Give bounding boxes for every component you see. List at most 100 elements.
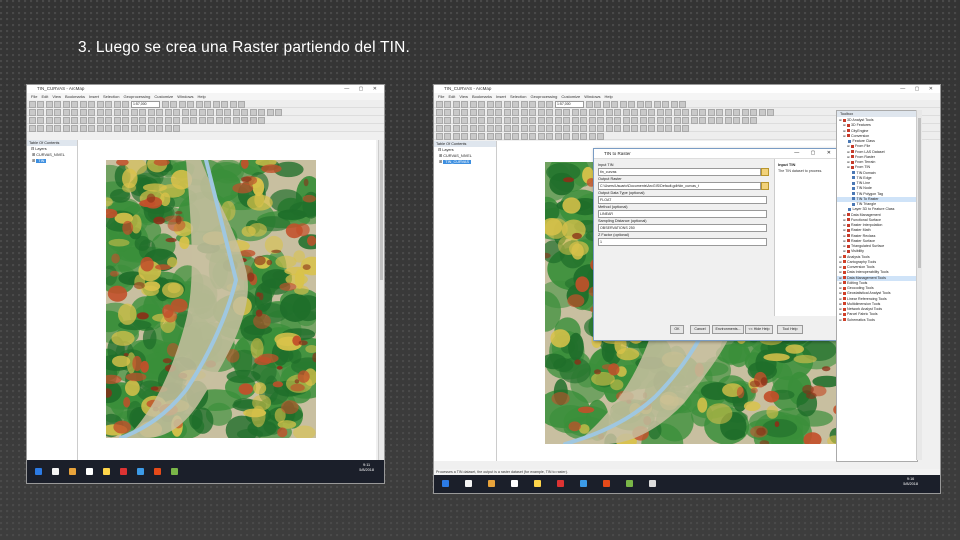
toolbar-button[interactable]: [105, 117, 112, 124]
toolbar-button[interactable]: [198, 109, 206, 116]
toolbar-button[interactable]: [563, 109, 570, 116]
toolbar-button[interactable]: [444, 133, 451, 140]
toolbar-button[interactable]: [469, 109, 477, 116]
toolbar-button[interactable]: [461, 101, 468, 108]
toolbar-button[interactable]: [622, 117, 630, 124]
dialog-field-input[interactable]: 1: [598, 238, 767, 246]
expand-icon[interactable]: ⊞: [843, 213, 846, 217]
toolbar-button[interactable]: [45, 101, 53, 108]
toolbar-button[interactable]: [656, 125, 664, 132]
toolbar-button[interactable]: [469, 133, 477, 140]
toolbar-button[interactable]: [537, 125, 545, 132]
toolbar-button[interactable]: [113, 125, 121, 132]
taskbar-app-icon[interactable]: [120, 468, 127, 475]
toolbar-button[interactable]: [639, 125, 647, 132]
toolbar-button[interactable]: [571, 117, 579, 124]
toolbar-button[interactable]: [444, 101, 451, 108]
toolbar-button[interactable]: [670, 101, 678, 108]
toolbar-button[interactable]: [585, 101, 593, 108]
toolbar-button[interactable]: [204, 101, 211, 108]
toolbar-button[interactable]: [503, 117, 511, 124]
taskbar-app-icon[interactable]: [626, 480, 633, 487]
toolbar-button[interactable]: [207, 117, 214, 124]
toolbar-button[interactable]: [444, 125, 451, 132]
toolbar-button[interactable]: [512, 125, 519, 132]
toolbar-button[interactable]: [173, 117, 180, 124]
toolbar-button[interactable]: [733, 109, 740, 116]
toolbar-button[interactable]: [88, 117, 95, 124]
toolbar-button[interactable]: [54, 117, 61, 124]
toolbar-button[interactable]: [665, 109, 672, 116]
toolbar-button[interactable]: [588, 109, 596, 116]
toolbar-button[interactable]: [750, 117, 757, 124]
toolbar-button[interactable]: [113, 101, 121, 108]
toolbar-button[interactable]: [96, 101, 104, 108]
expand-icon[interactable]: ⊞: [843, 123, 846, 127]
toolbar-button[interactable]: [628, 101, 635, 108]
toolbar-button[interactable]: [741, 109, 749, 116]
toolbar-button[interactable]: [28, 109, 36, 116]
toolbar-button[interactable]: [71, 117, 78, 124]
taskbar-app-icon[interactable]: [465, 480, 472, 487]
toolbar-button[interactable]: [741, 117, 749, 124]
toolbar-button[interactable]: [45, 117, 53, 124]
toolbar-button[interactable]: [648, 109, 655, 116]
toolbar-button[interactable]: [546, 125, 553, 132]
toolbar-button[interactable]: [461, 109, 468, 116]
toolbar-button[interactable]: [435, 101, 443, 108]
taskbar-app-icon[interactable]: [649, 480, 656, 487]
toolbar-button[interactable]: [88, 125, 95, 132]
toolbar-button[interactable]: [249, 109, 257, 116]
toolbar-button[interactable]: [37, 101, 44, 108]
toolbar-button[interactable]: [238, 101, 245, 108]
toolbar-button[interactable]: [554, 125, 562, 132]
toolbar-button[interactable]: [173, 125, 180, 132]
toolbar-button[interactable]: [707, 117, 715, 124]
toolbar-button[interactable]: [673, 117, 681, 124]
menu-selection[interactable]: Selection: [510, 94, 526, 99]
menu-help[interactable]: Help: [198, 94, 206, 99]
toolbar-button[interactable]: [665, 117, 672, 124]
toolbar-button[interactable]: [232, 117, 240, 124]
toolbar-button[interactable]: [88, 101, 95, 108]
toolbar-button[interactable]: [495, 101, 502, 108]
toolbar-button[interactable]: [139, 125, 146, 132]
toolbar-button[interactable]: [588, 125, 596, 132]
browse-folder-icon[interactable]: [761, 168, 769, 176]
taskbar-app-icon[interactable]: [511, 480, 518, 487]
toolbar-button[interactable]: [452, 133, 460, 140]
expand-icon[interactable]: ⊞: [839, 260, 842, 264]
expand-icon[interactable]: ⊞: [843, 134, 846, 138]
toolbar-button[interactable]: [758, 109, 766, 116]
toolbar-button[interactable]: [62, 101, 70, 108]
dialog-button-hide-help[interactable]: << Hide Help: [745, 325, 773, 334]
toolbar-button[interactable]: [597, 133, 604, 140]
expand-icon[interactable]: ⊞: [839, 312, 842, 316]
taskbar-app-icon[interactable]: [154, 468, 161, 475]
toolbar-button[interactable]: [605, 117, 613, 124]
toolbar-button[interactable]: [190, 109, 197, 116]
toolbar-button[interactable]: [28, 101, 36, 108]
taskbar-app-icon[interactable]: [171, 468, 178, 475]
toolbar-button[interactable]: [554, 133, 562, 140]
toolbar-button[interactable]: [495, 133, 502, 140]
right-window-controls[interactable]: — ▢ ✕: [900, 86, 937, 92]
expand-icon[interactable]: ⊞: [847, 165, 850, 169]
toolbar-button[interactable]: [96, 109, 104, 116]
toolbar-button[interactable]: [520, 133, 528, 140]
toolbar-button[interactable]: [546, 109, 553, 116]
toolbar-button[interactable]: [631, 109, 638, 116]
expand-icon[interactable]: ⊞: [839, 307, 842, 311]
toolbar-button[interactable]: [588, 117, 596, 124]
toolbar-button[interactable]: [232, 109, 240, 116]
toolbar-button[interactable]: [614, 109, 621, 116]
toolbar-button[interactable]: [147, 117, 155, 124]
taskbar-app-icon[interactable]: [488, 480, 495, 487]
toolbar-button[interactable]: [563, 133, 570, 140]
toolbar-button[interactable]: [79, 117, 87, 124]
expand-icon[interactable]: ⊞: [839, 286, 842, 290]
expand-icon[interactable]: ⊞: [839, 265, 842, 269]
scale-field[interactable]: 1:57,000: [131, 101, 160, 108]
toolbar-button[interactable]: [469, 117, 477, 124]
toolbar-button[interactable]: [512, 117, 519, 124]
